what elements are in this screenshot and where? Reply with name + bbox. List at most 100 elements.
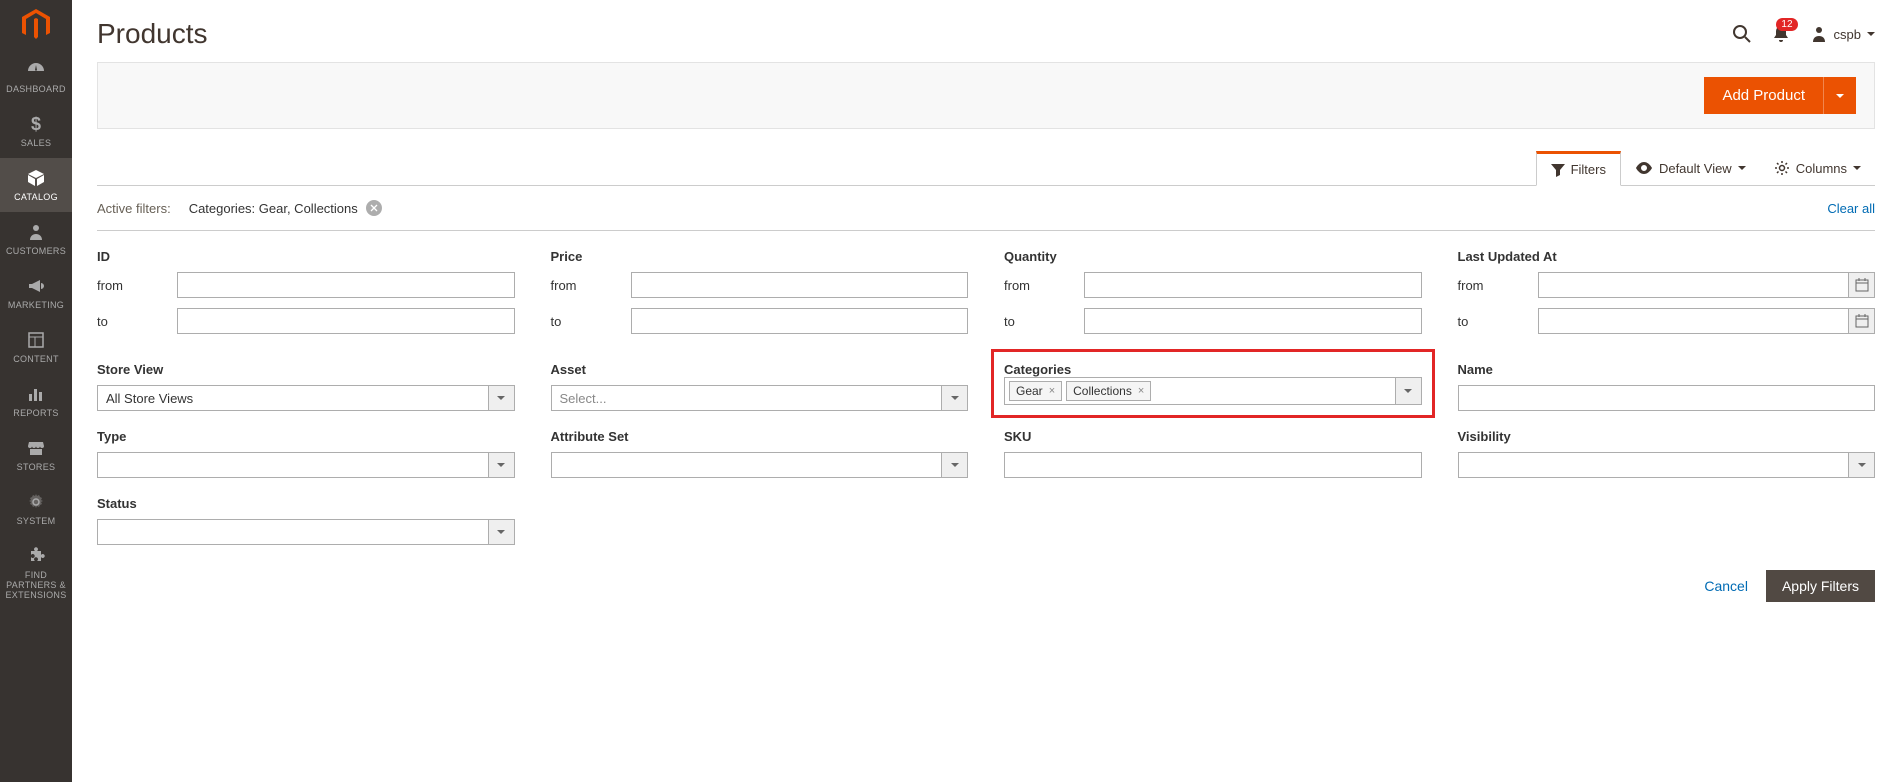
- date-picker-button[interactable]: [1848, 273, 1874, 297]
- megaphone-icon: [26, 276, 46, 296]
- filters-label: Filters: [1571, 162, 1606, 177]
- price-to-input[interactable]: [631, 308, 969, 334]
- field-label: Asset: [551, 362, 969, 377]
- field-label: Categories: [1004, 362, 1071, 377]
- from-label: from: [97, 278, 177, 293]
- filter-price: Price from to: [551, 249, 969, 344]
- active-filter-chip: Categories: Gear, Collections: [189, 200, 382, 216]
- filters-toggle[interactable]: Filters: [1536, 151, 1621, 186]
- filter-type: Type: [97, 429, 515, 478]
- chevron-down-icon: [1404, 387, 1412, 395]
- add-product-button[interactable]: Add Product: [1704, 77, 1823, 114]
- remove-filter-button[interactable]: [366, 200, 382, 216]
- add-product-dropdown[interactable]: [1823, 77, 1856, 114]
- sidebar: DASHBOARD $ SALES CATALOG CUSTOMERS MARK…: [0, 0, 72, 782]
- id-to-input[interactable]: [177, 308, 515, 334]
- id-from-input[interactable]: [177, 272, 515, 298]
- puzzle-icon: [26, 546, 46, 566]
- category-tag: Collections ×: [1066, 381, 1151, 401]
- user-menu[interactable]: cspb: [1810, 25, 1875, 43]
- categories-multiselect[interactable]: Gear × Collections ×: [1004, 377, 1422, 405]
- page-icon: [26, 330, 46, 350]
- sidebar-item-partners[interactable]: FIND PARTNERS & EXTENSIONS: [0, 536, 72, 610]
- sidebar-item-marketing[interactable]: MARKETING: [0, 266, 72, 320]
- field-label: Last Updated At: [1458, 249, 1876, 264]
- bar-chart-icon: [26, 384, 46, 404]
- annotation-highlight: Categories Gear × Collections ×: [991, 349, 1435, 418]
- filter-attribute-set: Attribute Set: [551, 429, 969, 478]
- chevron-down-icon: [497, 461, 505, 469]
- name-input[interactable]: [1458, 385, 1876, 411]
- sidebar-item-dashboard[interactable]: DASHBOARD: [0, 50, 72, 104]
- cancel-button[interactable]: Cancel: [1704, 570, 1748, 602]
- field-label: Visibility: [1458, 429, 1876, 444]
- price-from-input[interactable]: [631, 272, 969, 298]
- active-filters-bar: Active filters: Categories: Gear, Collec…: [97, 200, 1875, 231]
- last-updated-to-input[interactable]: [1539, 309, 1849, 333]
- notifications-button[interactable]: 12: [1772, 24, 1790, 44]
- sidebar-label: STORES: [17, 462, 56, 472]
- to-label: to: [1004, 314, 1084, 329]
- view-toggle[interactable]: Default View: [1621, 151, 1760, 185]
- sidebar-label: DASHBOARD: [6, 84, 66, 94]
- magento-logo[interactable]: [0, 0, 72, 50]
- chevron-down-icon: [1738, 164, 1746, 172]
- header-actions: 12 cspb: [1732, 24, 1875, 44]
- date-picker-button[interactable]: [1848, 309, 1874, 333]
- eye-icon: [1635, 161, 1653, 175]
- visibility-select[interactable]: [1458, 452, 1876, 478]
- columns-toggle[interactable]: Columns: [1760, 151, 1875, 185]
- sku-input[interactable]: [1004, 452, 1422, 478]
- attribute-set-select[interactable]: [551, 452, 969, 478]
- sidebar-item-content[interactable]: CONTENT: [0, 320, 72, 374]
- page-title: Products: [97, 18, 208, 50]
- categories-tag-list: Gear × Collections ×: [1005, 378, 1395, 404]
- filter-categories: Categories Gear × Collections ×: [1004, 362, 1422, 411]
- select-arrow: [941, 386, 967, 410]
- quantity-from-input[interactable]: [1084, 272, 1422, 298]
- type-select[interactable]: [97, 452, 515, 478]
- to-label: to: [551, 314, 631, 329]
- field-label: Name: [1458, 362, 1876, 377]
- user-icon: [26, 222, 46, 242]
- sidebar-item-system[interactable]: SYSTEM: [0, 482, 72, 536]
- store-view-select[interactable]: All Store Views: [97, 385, 515, 411]
- apply-filters-button[interactable]: Apply Filters: [1766, 570, 1875, 602]
- search-button[interactable]: [1732, 24, 1752, 44]
- storefront-icon: [26, 438, 46, 458]
- columns-label: Columns: [1796, 161, 1847, 176]
- asset-select[interactable]: Select...: [551, 385, 969, 411]
- quantity-to-input[interactable]: [1084, 308, 1422, 334]
- clear-all-link[interactable]: Clear all: [1827, 201, 1875, 216]
- chevron-down-icon: [951, 394, 959, 402]
- remove-tag-button[interactable]: ×: [1138, 385, 1144, 397]
- select-arrow: [1395, 378, 1421, 404]
- filter-status: Status: [97, 496, 515, 545]
- field-label: Store View: [97, 362, 515, 377]
- sidebar-item-customers[interactable]: CUSTOMERS: [0, 212, 72, 266]
- last-updated-from-input[interactable]: [1539, 273, 1849, 297]
- chip-text: Categories: Gear, Collections: [189, 201, 358, 216]
- funnel-icon: [1551, 163, 1565, 177]
- select-value: [98, 453, 488, 477]
- sidebar-label: CONTENT: [13, 354, 59, 364]
- filter-actions: Cancel Apply Filters: [97, 570, 1875, 617]
- sidebar-label: CATALOG: [14, 192, 58, 202]
- sidebar-item-sales[interactable]: $ SALES: [0, 104, 72, 158]
- remove-tag-button[interactable]: ×: [1049, 385, 1055, 397]
- status-select[interactable]: [97, 519, 515, 545]
- tag-text: Collections: [1073, 384, 1132, 398]
- select-arrow: [941, 453, 967, 477]
- select-value: All Store Views: [98, 386, 488, 410]
- sidebar-item-catalog[interactable]: CATALOG: [0, 158, 72, 212]
- from-label: from: [1004, 278, 1084, 293]
- grid-toolbar: Filters Default View Columns: [97, 151, 1875, 186]
- main-content: Products 12 cspb Add Product: [72, 0, 1900, 782]
- select-arrow: [488, 386, 514, 410]
- gear-icon: [26, 492, 46, 512]
- svg-text:$: $: [31, 114, 41, 134]
- gear-icon: [1774, 160, 1790, 176]
- sidebar-item-reports[interactable]: REPORTS: [0, 374, 72, 428]
- sidebar-label: SALES: [21, 138, 52, 148]
- sidebar-item-stores[interactable]: STORES: [0, 428, 72, 482]
